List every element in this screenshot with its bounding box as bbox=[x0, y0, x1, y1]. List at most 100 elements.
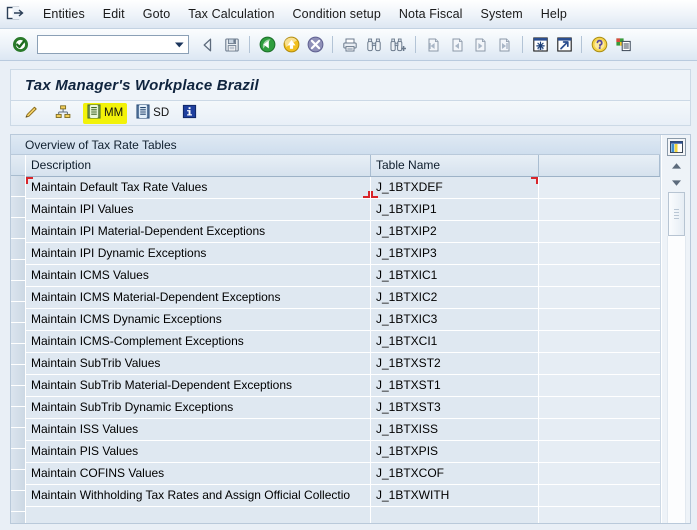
cell-table-name[interactable]: J_1BTXIC1 bbox=[371, 265, 539, 286]
cell-description[interactable]: Maintain IPI Dynamic Exceptions bbox=[26, 243, 371, 264]
cell-description[interactable]: Maintain Withholding Tax Rates and Assig… bbox=[26, 485, 371, 506]
last-page-icon[interactable] bbox=[493, 33, 517, 57]
table-row[interactable]: Maintain IPI Values J_1BTXIP1 bbox=[26, 199, 660, 221]
row-selector-cell[interactable] bbox=[11, 449, 25, 470]
column-header-table-name[interactable]: Table Name bbox=[371, 155, 539, 176]
cell-table-name[interactable]: J_1BTXIC2 bbox=[371, 287, 539, 308]
cell-table-name[interactable]: J_1BTXWITH bbox=[371, 485, 539, 506]
binoculars-find-icon[interactable] bbox=[362, 33, 386, 57]
cell-table-name[interactable] bbox=[371, 507, 539, 523]
row-selector-cell[interactable] bbox=[11, 407, 25, 428]
cell-description[interactable]: Maintain IPI Material-Dependent Exceptio… bbox=[26, 221, 371, 242]
question-mark-help-icon[interactable] bbox=[587, 33, 611, 57]
new-session-icon[interactable] bbox=[528, 33, 552, 57]
cell-description[interactable]: Maintain IPI Values bbox=[26, 199, 371, 220]
green-exit-icon[interactable] bbox=[255, 33, 279, 57]
table-row[interactable]: Maintain SubTrib Dynamic Exceptions J_1BT… bbox=[26, 397, 660, 419]
table-row[interactable]: Maintain Withholding Tax Rates and Assig… bbox=[26, 485, 660, 507]
info-button[interactable] bbox=[178, 103, 204, 124]
back-arrow-icon[interactable] bbox=[196, 33, 220, 57]
mm-button[interactable]: MM bbox=[83, 102, 128, 124]
row-selector-cell[interactable] bbox=[11, 386, 25, 407]
sd-button[interactable]: SD bbox=[132, 103, 173, 124]
green-check-enter-icon[interactable] bbox=[8, 33, 32, 57]
row-selector-cell[interactable] bbox=[11, 239, 25, 260]
menu-item-nota-fiscal[interactable]: Nota Fiscal bbox=[390, 5, 472, 23]
row-selector-cell[interactable] bbox=[11, 260, 25, 281]
cell-table-name[interactable]: J_1BTXST3 bbox=[371, 397, 539, 418]
table-row[interactable]: Maintain Default Tax Rate Values J_1BTXDE… bbox=[26, 177, 660, 199]
floppy-disk-save-icon[interactable] bbox=[220, 33, 244, 57]
printer-icon[interactable] bbox=[338, 33, 362, 57]
table-row[interactable] bbox=[26, 507, 660, 523]
binoculars-find-next-icon[interactable] bbox=[386, 33, 410, 57]
table-row[interactable]: Maintain PIS Values J_1BTXPIS bbox=[26, 441, 660, 463]
table-row[interactable]: Maintain COFINS Values J_1BTXCOF bbox=[26, 463, 660, 485]
row-selector-cell[interactable] bbox=[11, 428, 25, 449]
customize-layout-icon[interactable] bbox=[611, 33, 635, 57]
table-row[interactable]: Maintain IPI Material-Dependent Exceptio… bbox=[26, 221, 660, 243]
cell-description[interactable]: Maintain SubTrib Material-Dependent Exce… bbox=[26, 375, 371, 396]
row-selector-cell[interactable] bbox=[11, 470, 25, 491]
command-field[interactable] bbox=[37, 35, 189, 54]
cell-table-name[interactable]: J_1BTXPIS bbox=[371, 441, 539, 462]
cell-table-name[interactable]: J_1BTXIP1 bbox=[371, 199, 539, 220]
change-button[interactable] bbox=[19, 103, 46, 124]
chevron-down-icon[interactable] bbox=[171, 36, 188, 53]
column-configuration-icon[interactable] bbox=[666, 138, 686, 156]
cell-description[interactable]: Maintain PIS Values bbox=[26, 441, 371, 462]
table-row[interactable]: Maintain ISS Values J_1BTXISS bbox=[26, 419, 660, 441]
menu-item-goto[interactable]: Goto bbox=[134, 5, 180, 23]
row-selector-cell[interactable] bbox=[11, 197, 25, 218]
cell-table-name[interactable]: J_1BTXDEF bbox=[371, 177, 539, 198]
vertical-scrollbar-track[interactable] bbox=[666, 236, 686, 523]
first-page-icon[interactable] bbox=[421, 33, 445, 57]
menu-item-condition-setup[interactable]: Condition setup bbox=[284, 5, 390, 23]
row-selector-cell[interactable] bbox=[11, 344, 25, 365]
table-row[interactable]: Maintain ICMS Values J_1BTXIC1 bbox=[26, 265, 660, 287]
cell-description[interactable]: Maintain ISS Values bbox=[26, 419, 371, 440]
scroll-down-arrow-icon[interactable] bbox=[666, 175, 686, 190]
table-row[interactable]: Maintain IPI Dynamic Exceptions J_1BTXIP3 bbox=[26, 243, 660, 265]
row-selector-cell[interactable] bbox=[11, 491, 25, 512]
system-menu-icon[interactable] bbox=[6, 5, 26, 23]
cell-table-name[interactable]: J_1BTXCI1 bbox=[371, 331, 539, 352]
cell-table-name[interactable]: J_1BTXST1 bbox=[371, 375, 539, 396]
row-selector-cell[interactable] bbox=[11, 365, 25, 386]
yellow-up-arrow-icon[interactable] bbox=[279, 33, 303, 57]
hierarchy-button[interactable] bbox=[51, 103, 78, 124]
row-selector-cell[interactable] bbox=[11, 281, 25, 302]
previous-page-icon[interactable] bbox=[445, 33, 469, 57]
menu-item-tax-calculation[interactable]: Tax Calculation bbox=[179, 5, 283, 23]
cell-description[interactable]: Maintain SubTrib Values bbox=[26, 353, 371, 374]
row-selector-header[interactable] bbox=[11, 155, 25, 176]
cell-description[interactable]: Maintain Default Tax Rate Values bbox=[26, 177, 371, 198]
table-row[interactable]: Maintain ICMS Material-Dependent Excepti… bbox=[26, 287, 660, 309]
menu-item-edit[interactable]: Edit bbox=[94, 5, 134, 23]
cell-description[interactable]: Maintain SubTrib Dynamic Exceptions bbox=[26, 397, 371, 418]
row-selector-cell[interactable] bbox=[11, 512, 25, 523]
cell-table-name[interactable]: J_1BTXISS bbox=[371, 419, 539, 440]
menu-item-help[interactable]: Help bbox=[532, 5, 576, 23]
column-header-description[interactable]: Description bbox=[26, 155, 371, 176]
row-selector-cell[interactable] bbox=[11, 323, 25, 344]
cell-description[interactable]: Maintain COFINS Values bbox=[26, 463, 371, 484]
menu-item-entities[interactable]: Entities bbox=[34, 5, 94, 23]
cell-table-name[interactable]: J_1BTXIP3 bbox=[371, 243, 539, 264]
cell-table-name[interactable]: J_1BTXCOF bbox=[371, 463, 539, 484]
table-row[interactable]: Maintain SubTrib Material-Dependent Exce… bbox=[26, 375, 660, 397]
cell-description[interactable]: Maintain ICMS Values bbox=[26, 265, 371, 286]
cell-table-name[interactable]: J_1BTXST2 bbox=[371, 353, 539, 374]
cell-description[interactable]: Maintain ICMS Dynamic Exceptions bbox=[26, 309, 371, 330]
next-page-icon[interactable] bbox=[469, 33, 493, 57]
row-selector-cell[interactable] bbox=[11, 218, 25, 239]
row-selector-cell[interactable] bbox=[11, 302, 25, 323]
shortcut-arrow-icon[interactable] bbox=[552, 33, 576, 57]
command-input[interactable] bbox=[38, 37, 171, 52]
scroll-up-arrow-icon[interactable] bbox=[666, 158, 686, 173]
table-row[interactable]: Maintain ICMS Dynamic Exceptions J_1BTXIC… bbox=[26, 309, 660, 331]
row-selector-cell[interactable] bbox=[11, 176, 25, 197]
vertical-scrollbar-thumb[interactable] bbox=[667, 192, 685, 236]
cancel-x-icon[interactable] bbox=[303, 33, 327, 57]
table-row[interactable]: Maintain ICMS-Complement Exceptions J_1BT… bbox=[26, 331, 660, 353]
